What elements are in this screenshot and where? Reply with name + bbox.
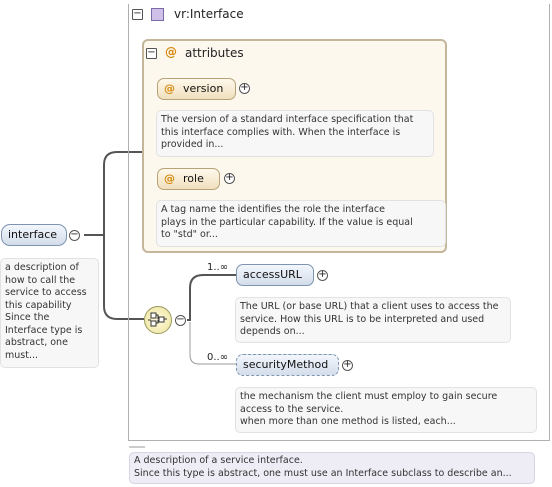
doc-line: Interface type is <box>5 324 83 336</box>
doc-line: Since the <box>5 312 50 323</box>
doc-line: access to the service. <box>240 403 344 415</box>
attribute-icon: @ <box>164 172 175 185</box>
interface-collapse-toggle[interactable]: − <box>69 230 80 241</box>
doc-line: this interface complies with. When the i… <box>161 126 401 138</box>
element-securitymethod[interactable]: securityMethod <box>236 354 339 376</box>
attribute-name: version <box>183 82 224 95</box>
doc-line: depends on... <box>240 326 305 337</box>
attribute-group-icon: @ <box>165 45 177 59</box>
doc-line: A tag name the identifies the role the i… <box>161 204 385 215</box>
doc-line: to "std" or... <box>161 229 218 240</box>
element-accessurl[interactable]: accessURL <box>236 264 314 286</box>
doc-line: must... <box>5 349 39 361</box>
sequence-compositor-icon[interactable] <box>144 306 172 334</box>
securitymethod-doc: the mechanism the client must employ to … <box>235 387 537 433</box>
doc-line: when more than one method is listed, eac… <box>240 416 456 427</box>
attributes-title: attributes <box>185 46 244 60</box>
role-doc: A tag name the identifies the role the i… <box>156 200 446 247</box>
doc-line: service to access <box>5 287 87 298</box>
role-expand-toggle[interactable]: + <box>224 173 235 184</box>
type-doc-line: A description of a service interface. <box>134 455 303 466</box>
doc-line: a description of <box>5 262 79 273</box>
sequence-icon <box>148 312 167 327</box>
attribute-version[interactable]: @ version <box>157 78 236 100</box>
doc-line: the mechanism the client must employ to … <box>240 391 498 402</box>
accessurl-expand-toggle[interactable]: + <box>317 270 328 281</box>
securitymethod-cardinality: 0..∞ <box>207 352 229 363</box>
sequence-collapse-toggle[interactable]: − <box>175 315 186 326</box>
version-doc: The version of a standard interface spec… <box>156 110 434 157</box>
doc-line: provided in... <box>161 139 224 150</box>
securitymethod-expand-toggle[interactable]: + <box>342 360 353 371</box>
attribute-name: role <box>183 172 204 185</box>
type-doc: A description of a service interface. Si… <box>129 452 535 484</box>
doc-line: service. How this URL is to be interpret… <box>240 313 485 325</box>
attributes-collapse-toggle[interactable]: − <box>146 48 157 59</box>
doc-line: abstract, one <box>5 337 68 348</box>
type-collapse-toggle[interactable]: − <box>132 9 143 20</box>
interface-doc: a description of how to call the service… <box>0 258 99 368</box>
type-doc-line: Since this type is abstract, one must us… <box>134 467 512 479</box>
doc-line: this capability <box>5 299 72 311</box>
accessurl-cardinality: 1..∞ <box>207 262 229 273</box>
type-title: vr:Interface <box>174 7 244 21</box>
element-interface[interactable]: interface <box>1 224 67 246</box>
doc-line: The version of a standard interface spec… <box>161 114 414 125</box>
doc-line: The URL (or base URL) that a client uses… <box>240 301 499 312</box>
doc-line: plays in the particular capability. If t… <box>161 216 413 228</box>
version-expand-toggle[interactable]: + <box>239 83 250 94</box>
accessurl-doc: The URL (or base URL) that a client uses… <box>235 297 511 343</box>
attribute-role[interactable]: @ role <box>157 168 220 190</box>
type-icon <box>151 8 164 21</box>
attribute-icon: @ <box>164 82 175 95</box>
doc-line: how to call the <box>5 274 76 286</box>
